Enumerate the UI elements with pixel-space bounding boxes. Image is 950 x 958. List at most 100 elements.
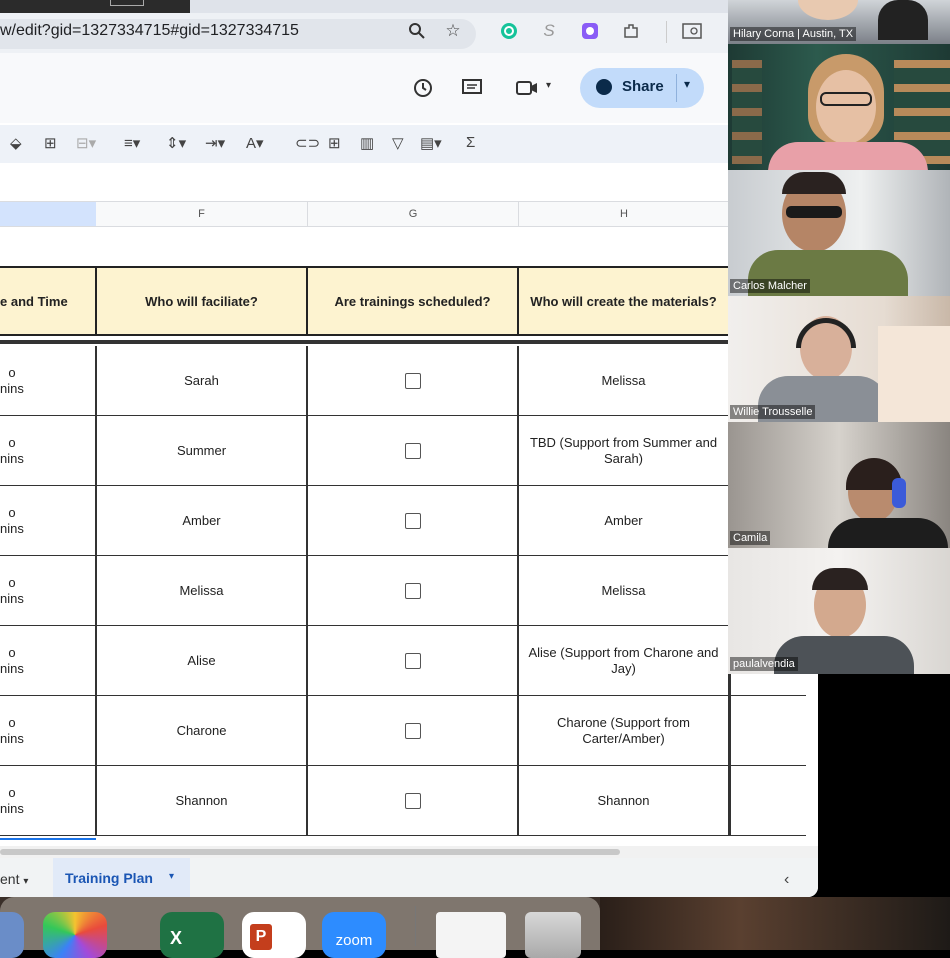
fill-color-icon[interactable]: ⬙: [10, 134, 22, 152]
materials-cell[interactable]: TBD (Support from Summer and Sarah): [519, 416, 730, 486]
text-wrap-icon[interactable]: ⇥▾: [205, 134, 225, 152]
globe-icon: [596, 79, 612, 95]
address-bar-area: w/edit?gid=1327334715#gid=1327334715 ☆ S: [0, 13, 818, 53]
photos-app-icon[interactable]: [43, 912, 107, 958]
share-button[interactable]: Share ▾: [580, 68, 704, 108]
grammarly-extension-icon[interactable]: [497, 19, 521, 43]
filter-icon[interactable]: ▽: [392, 134, 404, 152]
participant-tile[interactable]: Camila: [728, 422, 950, 548]
participant-tile[interactable]: Hilary Corna | Austin, TX: [728, 0, 950, 44]
insert-comment-icon[interactable]: ⊞: [328, 134, 341, 152]
facilitator-cell[interactable]: Shannon: [97, 766, 308, 836]
scheduled-cell[interactable]: [308, 766, 519, 836]
time-cell[interactable]: o nins: [0, 486, 97, 556]
zoom-icon[interactable]: [405, 19, 429, 43]
scheduled-checkbox[interactable]: [404, 582, 421, 599]
purple-extension-icon[interactable]: [578, 19, 602, 43]
scheduled-checkbox[interactable]: [404, 372, 421, 389]
time-cell[interactable]: o nins: [0, 766, 97, 836]
header-cell-materials[interactable]: Who will create the materials?: [519, 266, 730, 336]
borders-icon[interactable]: ⊞: [44, 134, 57, 152]
browser-tab[interactable]: [0, 0, 190, 13]
materials-cell[interactable]: Shannon: [519, 766, 730, 836]
scheduled-checkbox[interactable]: [404, 792, 421, 809]
text-rotation-icon[interactable]: A▾: [246, 134, 264, 152]
participant-name: Willie Trousselle: [730, 405, 816, 419]
participant-name: paulalvendia: [730, 657, 798, 671]
chevron-down-icon[interactable]: ▾: [169, 871, 174, 882]
insert-chart-icon[interactable]: ▥: [360, 134, 374, 152]
scheduled-checkbox[interactable]: [404, 442, 421, 459]
time-cell[interactable]: o nins: [0, 696, 97, 766]
facilitator-cell[interactable]: Alise: [97, 626, 308, 696]
script-extension-icon[interactable]: S: [537, 19, 561, 43]
share-label: Share: [622, 78, 664, 95]
sheet-tab-previous[interactable]: ent ▾: [0, 871, 28, 887]
scheduled-cell[interactable]: [308, 556, 519, 626]
facilitator-cell[interactable]: Melissa: [97, 556, 308, 626]
participant-tile[interactable]: [728, 44, 950, 170]
time-cell[interactable]: o nins: [0, 626, 97, 696]
chevron-down-icon[interactable]: ▾: [684, 77, 690, 91]
filter-views-icon[interactable]: ▤▾: [420, 134, 442, 152]
chevron-down-icon[interactable]: ▾: [546, 80, 551, 91]
materials-cell[interactable]: Amber: [519, 486, 730, 556]
scheduled-cell[interactable]: [308, 486, 519, 556]
header-cell-facilitator[interactable]: Who will faciliate?: [97, 266, 308, 336]
column-header-h[interactable]: H: [519, 202, 730, 226]
column-header-g[interactable]: G: [308, 202, 519, 226]
facilitator-cell[interactable]: Sarah: [97, 346, 308, 416]
column-header-f[interactable]: F: [96, 202, 308, 226]
scheduled-cell[interactable]: [308, 696, 519, 766]
header-cell-scheduled[interactable]: Are trainings scheduled?: [308, 266, 519, 336]
scheduled-cell[interactable]: [308, 626, 519, 696]
header-cell-date-time[interactable]: e and Time: [0, 266, 97, 336]
vertical-align-icon[interactable]: ⇕▾: [166, 134, 186, 152]
sheets-scroll-left-icon[interactable]: ‹: [784, 871, 789, 889]
scheduled-checkbox[interactable]: [404, 512, 421, 529]
materials-cell[interactable]: Melissa: [519, 346, 730, 416]
meet-camera-icon[interactable]: [515, 76, 539, 100]
trash-icon[interactable]: [525, 912, 581, 958]
participant-name: Carlos Malcher: [730, 279, 810, 293]
dock-app-icon[interactable]: [0, 912, 24, 958]
horizontal-align-icon[interactable]: ≡▾: [124, 134, 140, 152]
time-cell[interactable]: o nins: [0, 346, 97, 416]
browser-window: w/edit?gid=1327334715#gid=1327334715 ☆ S: [0, 0, 818, 897]
empty-cell[interactable]: [730, 696, 806, 766]
participant-tile[interactable]: Carlos Malcher: [728, 170, 950, 296]
scrollbar-thumb[interactable]: [0, 849, 620, 855]
participant-tile[interactable]: paulalvendia: [728, 548, 950, 674]
column-header-e[interactable]: [0, 202, 96, 226]
extensions-puzzle-icon[interactable]: [619, 19, 643, 43]
scheduled-checkbox[interactable]: [404, 722, 421, 739]
merge-cells-icon[interactable]: ⊟▾: [76, 134, 96, 152]
version-history-icon[interactable]: [411, 76, 435, 100]
materials-cell[interactable]: Alise (Support from Charone and Jay): [519, 626, 730, 696]
document-thumbnail[interactable]: [436, 912, 506, 958]
sheet-tab-training-plan[interactable]: Training Plan ▾: [53, 858, 190, 897]
side-panel-icon[interactable]: [680, 19, 704, 43]
time-cell[interactable]: o nins: [0, 556, 97, 626]
zoom-app-icon[interactable]: zoom: [322, 912, 386, 958]
powerpoint-app-icon[interactable]: P: [242, 912, 306, 958]
empty-cell[interactable]: [730, 766, 806, 836]
facilitator-cell[interactable]: Summer: [97, 416, 308, 486]
materials-cell[interactable]: Charone (Support from Carter/Amber): [519, 696, 730, 766]
comments-icon[interactable]: [460, 76, 484, 100]
bookmark-star-icon[interactable]: ☆: [441, 19, 465, 43]
materials-cell[interactable]: Melissa: [519, 556, 730, 626]
url-text[interactable]: w/edit?gid=1327334715#gid=1327334715: [0, 22, 299, 40]
scheduled-checkbox[interactable]: [404, 652, 421, 669]
facilitator-cell[interactable]: Charone: [97, 696, 308, 766]
excel-app-icon[interactable]: X: [160, 912, 224, 958]
cell-selection-marker: [0, 838, 96, 840]
time-cell[interactable]: o nins: [0, 416, 97, 486]
scheduled-cell[interactable]: [308, 416, 519, 486]
facilitator-cell[interactable]: Amber: [97, 486, 308, 556]
participant-tile[interactable]: Willie Trousselle: [728, 296, 950, 422]
column-header-bar: F G H: [0, 201, 818, 227]
insert-link-icon[interactable]: ⊂⊃: [295, 134, 320, 152]
functions-icon[interactable]: Σ: [466, 134, 475, 151]
scheduled-cell[interactable]: [308, 346, 519, 416]
